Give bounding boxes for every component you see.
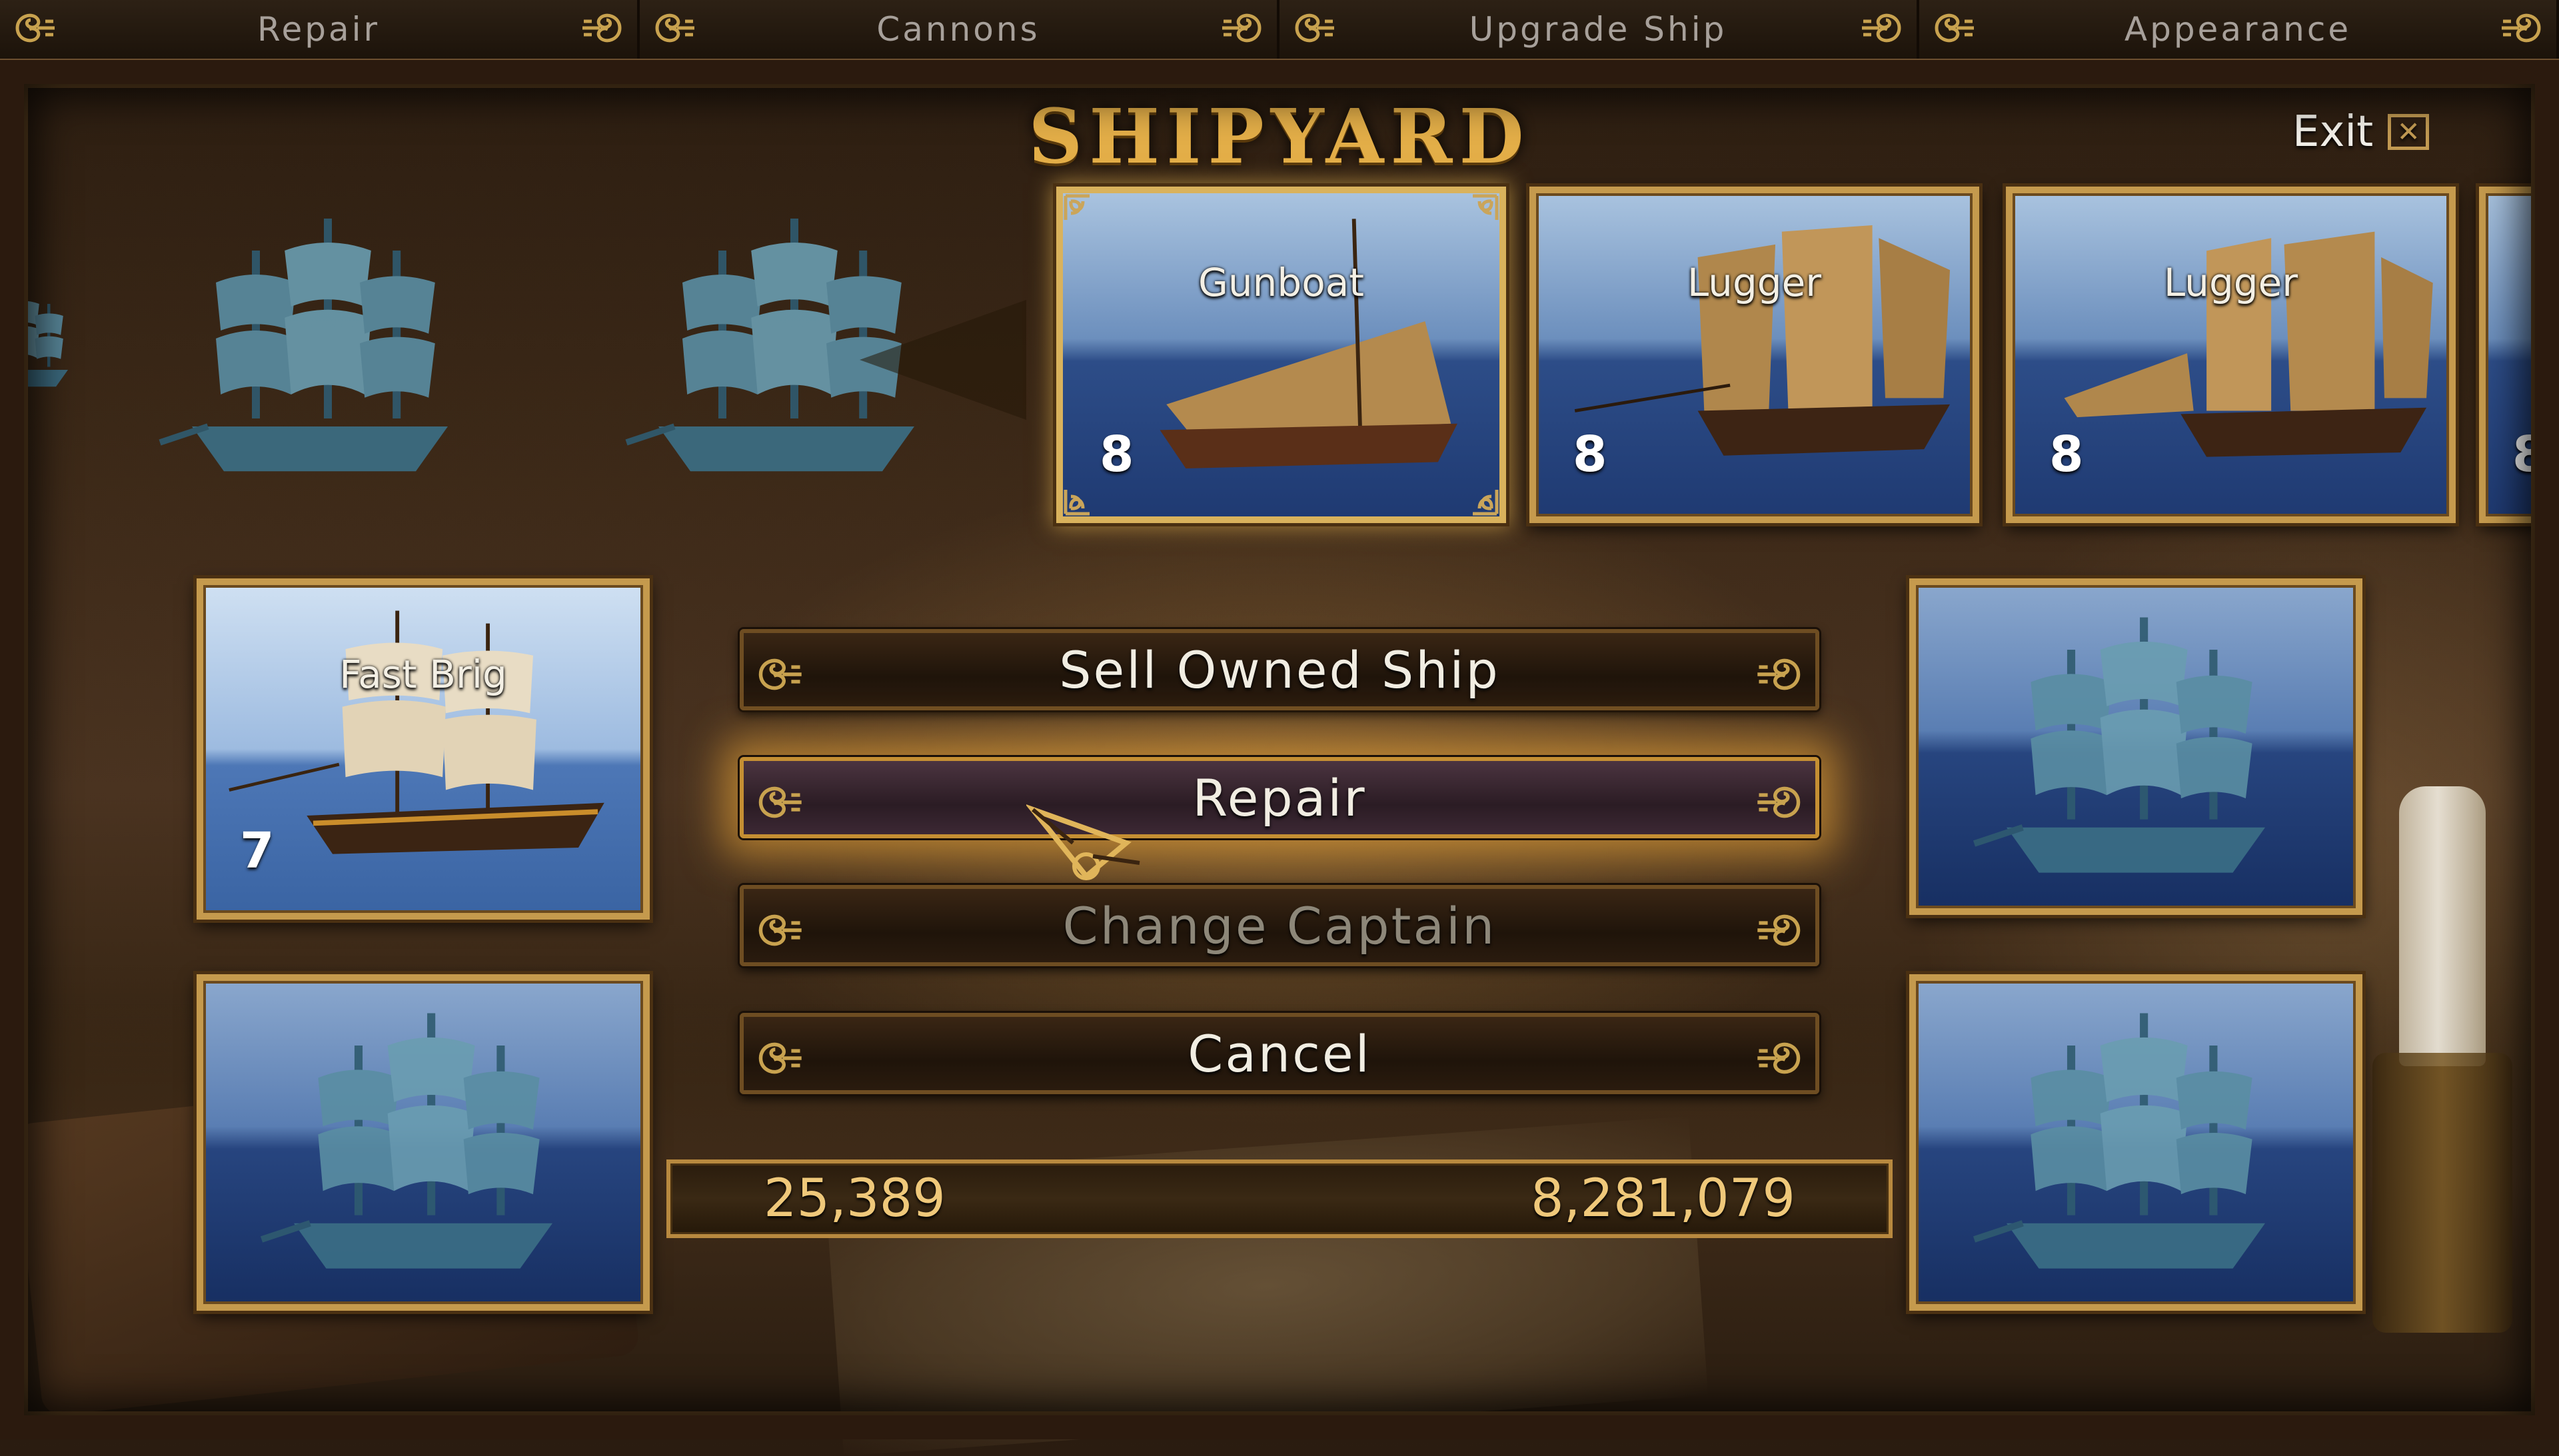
button-label: Repair: [1192, 768, 1367, 828]
scroll-left-arrow-icon[interactable]: [860, 300, 1026, 420]
ornament-icon: [2498, 7, 2544, 49]
shop-ship-card[interactable]: Lugger 8: [1529, 187, 1979, 523]
empty-ship-slot[interactable]: [1909, 578, 2362, 915]
ornament-icon: [1218, 7, 1265, 49]
corner-ornament-icon: [1458, 475, 1499, 516]
empty-ship-slot[interactable]: [197, 974, 650, 1311]
button-label: Cancel: [1188, 1024, 1371, 1084]
ornament-icon: [1753, 650, 1805, 697]
tab-appearance[interactable]: Appearance: [1919, 0, 2559, 59]
ship-name: Fast Brig: [339, 652, 507, 697]
ghost-ship-icon: [203, 981, 643, 1304]
corner-ornament-icon: [1458, 193, 1499, 235]
top-tab-bar: Repair Cannons Upgrade Ship Appearance: [0, 0, 2559, 61]
sell-owned-ship-button[interactable]: Sell Owned Ship: [740, 629, 1819, 710]
empty-ship-slot[interactable]: [1909, 974, 2362, 1311]
sextant-cursor-icon: [1025, 803, 1146, 890]
exit-label: Exit: [2292, 107, 2374, 157]
candle-decoration: [2399, 786, 2486, 1066]
ornament-icon: [1858, 7, 1905, 49]
ship-level: 8: [2049, 426, 2084, 483]
ship-name: Gunboat: [1198, 260, 1365, 305]
ornament-icon: [1753, 778, 1805, 825]
cost-value: 25,389: [764, 1169, 946, 1229]
ship-level: 7: [240, 822, 275, 880]
ornament-icon: [754, 778, 806, 825]
ornament-icon: [754, 1034, 806, 1081]
ornament-icon: [1753, 1034, 1805, 1081]
ornament-icon: [754, 906, 806, 953]
ornament-icon: [652, 7, 698, 49]
ship-level: 8: [2512, 426, 2547, 483]
cancel-button[interactable]: Cancel: [740, 1013, 1819, 1094]
shop-ship-card[interactable]: Gunboat 8: [1056, 187, 1506, 523]
tab-upgrade-ship[interactable]: Upgrade Ship: [1280, 0, 1919, 59]
button-label: Change Captain: [1062, 896, 1497, 956]
change-captain-button[interactable]: Change Captain: [740, 885, 1819, 966]
repair-button[interactable]: Repair: [740, 757, 1819, 838]
ghost-ship-icon[interactable]: [133, 187, 506, 506]
close-icon[interactable]: ✕: [2388, 114, 2430, 150]
ornament-icon: [1931, 7, 1978, 49]
ornament-icon: [12, 7, 59, 49]
corner-ornament-icon: [1063, 475, 1104, 516]
gold-value: 8,281,079: [1531, 1169, 1795, 1229]
ornament-icon: [754, 650, 806, 697]
ghost-ship-icon: [1916, 981, 2356, 1304]
tab-cannons[interactable]: Cannons: [640, 0, 1280, 59]
owned-ship-card[interactable]: Fast Brig 7: [197, 578, 650, 920]
tab-label: Appearance: [2124, 10, 2352, 49]
ship-level: 8: [1100, 426, 1134, 483]
tab-repair[interactable]: Repair: [0, 0, 640, 59]
page-title: SHIPYARD: [1028, 93, 1531, 181]
ghost-ship-icon[interactable]: [0, 200, 80, 480]
corner-ornament-icon: [1063, 193, 1104, 235]
ship-level: 8: [1573, 426, 1607, 483]
ghost-ship-icon: [1916, 585, 2356, 908]
ship-name: Lugger: [1687, 260, 1822, 305]
shop-ship-card[interactable]: 8: [2479, 187, 2559, 523]
ship-name: Lugger: [2163, 260, 2298, 305]
button-label: Sell Owned Ship: [1059, 640, 1500, 700]
tab-label: Repair: [257, 10, 381, 49]
ornament-icon: [1291, 7, 1338, 49]
candle-holder-decoration: [2372, 1053, 2512, 1333]
ornament-icon: [1753, 906, 1805, 953]
ornament-icon: [578, 7, 625, 49]
tab-label: Cannons: [876, 10, 1040, 49]
money-bar: 25,389 8,281,079: [666, 1159, 1893, 1238]
tab-label: Upgrade Ship: [1469, 10, 1727, 49]
exit-button[interactable]: Exit ✕: [2292, 105, 2430, 159]
shop-ship-card[interactable]: Lugger 8: [2006, 187, 2456, 523]
